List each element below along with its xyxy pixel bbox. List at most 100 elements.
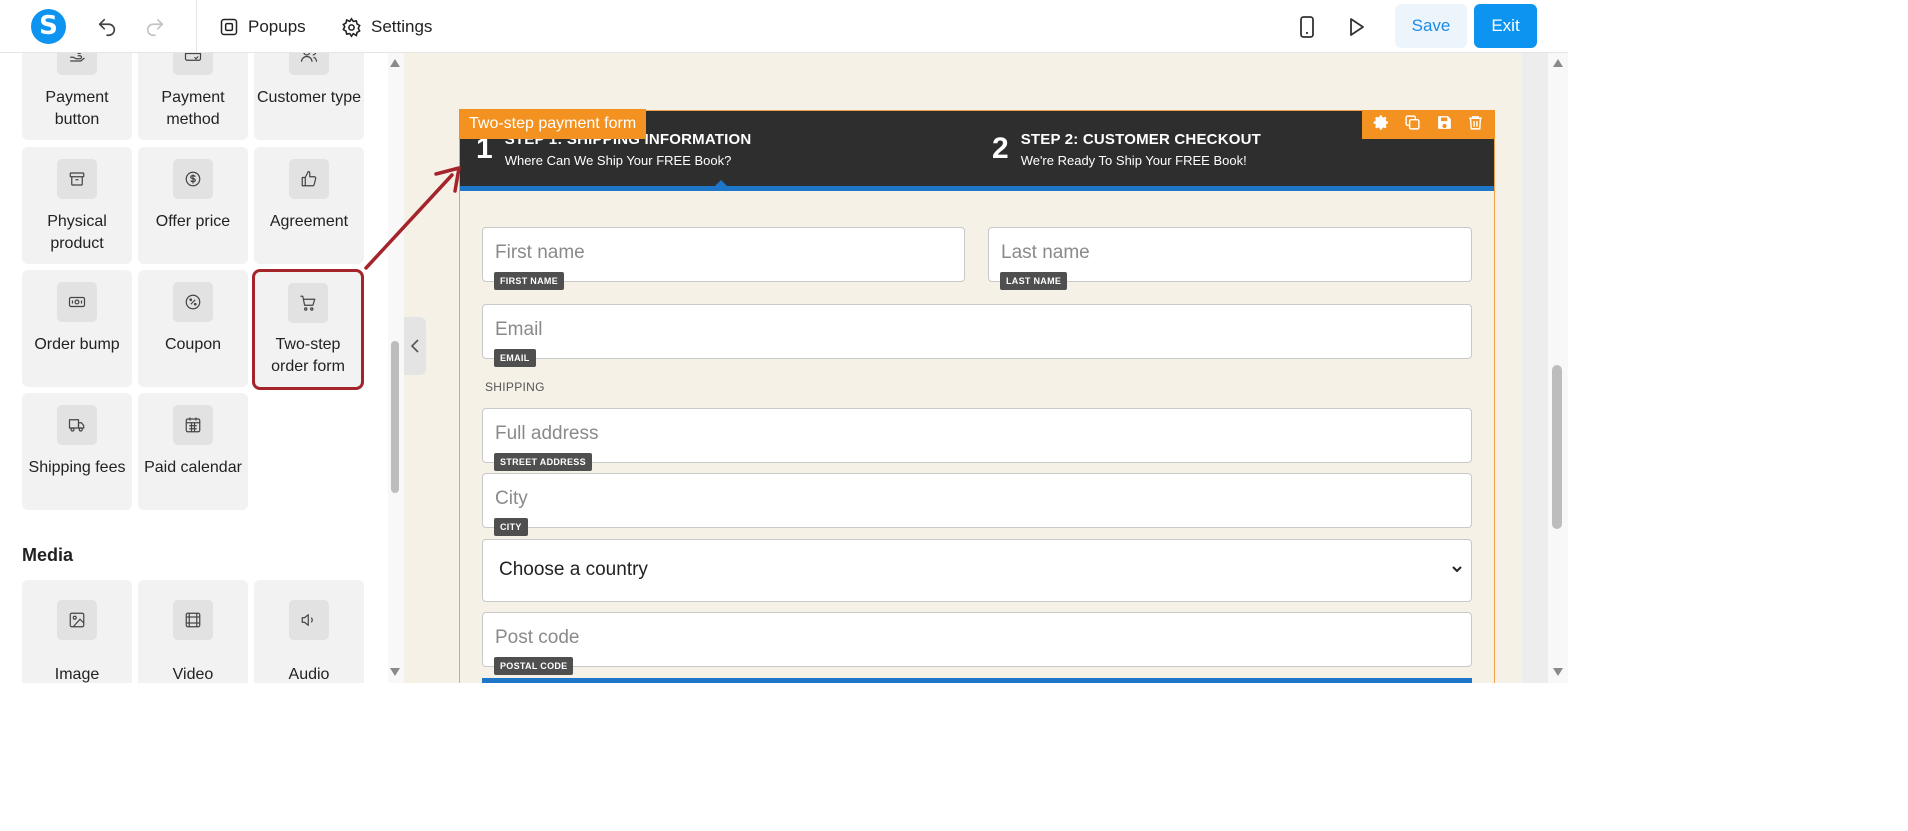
city-placeholder: City bbox=[495, 488, 528, 509]
city-field[interactable]: City CITY bbox=[482, 473, 1472, 536]
top-toolbar: S Popups Settings Save Exit bbox=[0, 0, 1568, 53]
last-name-badge: LAST NAME bbox=[1000, 272, 1068, 290]
step-2[interactable]: 2 STEP 2: CUSTOMER CHECKOUT We're Ready … bbox=[992, 129, 1261, 171]
thumbs-up-icon bbox=[289, 159, 329, 199]
canvas-scrollbar[interactable] bbox=[1548, 53, 1568, 683]
tile-offer-price[interactable]: Offer price bbox=[138, 147, 248, 264]
address-badge: STREET ADDRESS bbox=[494, 453, 592, 471]
popups-label: Popups bbox=[248, 17, 306, 36]
tile-audio[interactable]: Audio bbox=[254, 580, 364, 683]
step-1-subtitle: Where Can We Ship Your FREE Book? bbox=[504, 153, 732, 168]
tile-label: Payment method bbox=[161, 89, 225, 128]
calendar-icon bbox=[173, 405, 213, 445]
redo-icon[interactable] bbox=[142, 14, 168, 40]
mobile-preview-icon[interactable] bbox=[1294, 14, 1320, 40]
popup-frame-icon bbox=[220, 18, 238, 36]
step-2-number: 2 bbox=[992, 132, 1009, 165]
tile-payment-button[interactable]: Payment button bbox=[22, 53, 132, 140]
tile-two-step-order-form[interactable]: Two-step order form bbox=[252, 269, 364, 390]
save-button[interactable]: Save bbox=[1395, 4, 1467, 48]
country-select-value: Choose a country bbox=[499, 559, 648, 580]
percent-badge-icon bbox=[173, 282, 213, 322]
first-name-badge: FIRST NAME bbox=[494, 272, 564, 290]
postcode-field[interactable]: Post code POSTAL CODE bbox=[482, 612, 1472, 675]
tile-video[interactable]: Video bbox=[138, 580, 248, 683]
tile-label: Shipping fees bbox=[28, 459, 126, 476]
canvas-scroll-up-arrow[interactable] bbox=[1553, 59, 1563, 67]
user-group-icon bbox=[289, 53, 329, 75]
settings-label: Settings bbox=[371, 17, 433, 36]
speaker-icon bbox=[289, 600, 329, 640]
tile-label: Image bbox=[54, 666, 100, 683]
undo-icon[interactable] bbox=[94, 14, 120, 40]
active-step-pointer bbox=[713, 180, 729, 188]
step-2-title: STEP 2: CUSTOMER CHECKOUT bbox=[1020, 131, 1261, 148]
collapse-sidebar-button[interactable] bbox=[404, 317, 426, 375]
app-logo[interactable]: S bbox=[31, 9, 66, 44]
card-check-icon bbox=[173, 53, 213, 75]
block-settings-icon[interactable] bbox=[1373, 114, 1390, 136]
tile-coupon[interactable]: Coupon bbox=[138, 270, 248, 387]
tile-label: Coupon bbox=[164, 336, 222, 353]
tile-physical-product[interactable]: Physical product bbox=[22, 147, 132, 264]
tile-label: Customer type bbox=[256, 89, 362, 106]
sidebar-scrollbar[interactable] bbox=[388, 53, 404, 683]
toolbar-divider bbox=[196, 0, 197, 53]
last-name-placeholder: Last name bbox=[1001, 242, 1090, 263]
block-toolbar bbox=[1362, 110, 1495, 139]
trash-icon[interactable] bbox=[1467, 114, 1484, 136]
media-section-title: Media bbox=[22, 545, 74, 565]
last-name-field[interactable]: Last name LAST NAME bbox=[988, 227, 1472, 290]
tile-label: Order bump bbox=[34, 336, 120, 353]
step-2-subtitle: We're Ready To Ship Your FREE Book! bbox=[1020, 153, 1247, 168]
tile-image[interactable]: Image bbox=[22, 580, 132, 683]
country-select[interactable]: Choose a country bbox=[482, 539, 1472, 602]
hand-coin-icon bbox=[57, 53, 97, 75]
address-field[interactable]: Full address STREET ADDRESS bbox=[482, 408, 1472, 471]
tile-payment-method[interactable]: Payment method bbox=[138, 53, 248, 140]
tile-customer-type[interactable]: Customer type bbox=[254, 53, 364, 140]
scroll-down-arrow[interactable] bbox=[390, 668, 400, 676]
archive-box-icon bbox=[57, 159, 97, 199]
first-name-field[interactable]: First name FIRST NAME bbox=[482, 227, 965, 290]
tile-label: Two-step order form bbox=[271, 336, 345, 375]
settings-button[interactable]: Settings bbox=[341, 14, 432, 40]
chevron-down-icon bbox=[1452, 566, 1462, 573]
shipping-section-label: SHIPPING bbox=[485, 380, 545, 394]
editor-canvas: 1 STEP 1: SHIPPING INFORMATION Where Can… bbox=[404, 53, 1548, 683]
email-field[interactable]: Email EMAIL bbox=[482, 304, 1472, 367]
tile-label: Offer price bbox=[155, 213, 231, 230]
tile-label: Audio bbox=[288, 666, 330, 683]
film-icon bbox=[173, 600, 213, 640]
email-placeholder: Email bbox=[495, 319, 543, 340]
postcode-badge: POSTAL CODE bbox=[494, 657, 574, 675]
popups-button[interactable]: Popups bbox=[219, 14, 306, 40]
city-badge: CITY bbox=[494, 518, 528, 536]
banknote-icon bbox=[57, 282, 97, 322]
tile-label: Video bbox=[172, 666, 214, 683]
tile-agreement[interactable]: Agreement bbox=[254, 147, 364, 264]
dollar-circle-icon bbox=[173, 159, 213, 199]
tile-label: Physical product bbox=[47, 213, 107, 252]
canvas-scroll-thumb[interactable] bbox=[1552, 365, 1562, 529]
play-preview-icon[interactable] bbox=[1343, 14, 1369, 40]
tile-order-bump[interactable]: Order bump bbox=[22, 270, 132, 387]
tile-paid-calendar[interactable]: Paid calendar bbox=[138, 393, 248, 510]
tile-shipping-fees[interactable]: Shipping fees bbox=[22, 393, 132, 510]
email-badge: EMAIL bbox=[494, 349, 536, 367]
first-name-placeholder: First name bbox=[495, 242, 585, 263]
duplicate-icon[interactable] bbox=[1404, 114, 1421, 136]
truck-icon bbox=[57, 405, 97, 445]
image-icon bbox=[57, 600, 97, 640]
chevron-left-icon bbox=[410, 339, 419, 353]
canvas-scroll-down-arrow[interactable] bbox=[1553, 668, 1563, 676]
sidebar-scroll-thumb[interactable] bbox=[391, 341, 399, 493]
submit-button-edge[interactable] bbox=[482, 678, 1472, 683]
elements-sidebar: Payment button Payment method Customer t… bbox=[0, 53, 404, 683]
tile-label: Agreement bbox=[269, 213, 349, 230]
scroll-up-arrow[interactable] bbox=[390, 59, 400, 67]
save-block-icon[interactable] bbox=[1436, 114, 1453, 136]
block-type-tag: Two-step payment form bbox=[459, 109, 647, 139]
cart-icon bbox=[288, 283, 328, 323]
exit-button[interactable]: Exit bbox=[1474, 4, 1537, 48]
